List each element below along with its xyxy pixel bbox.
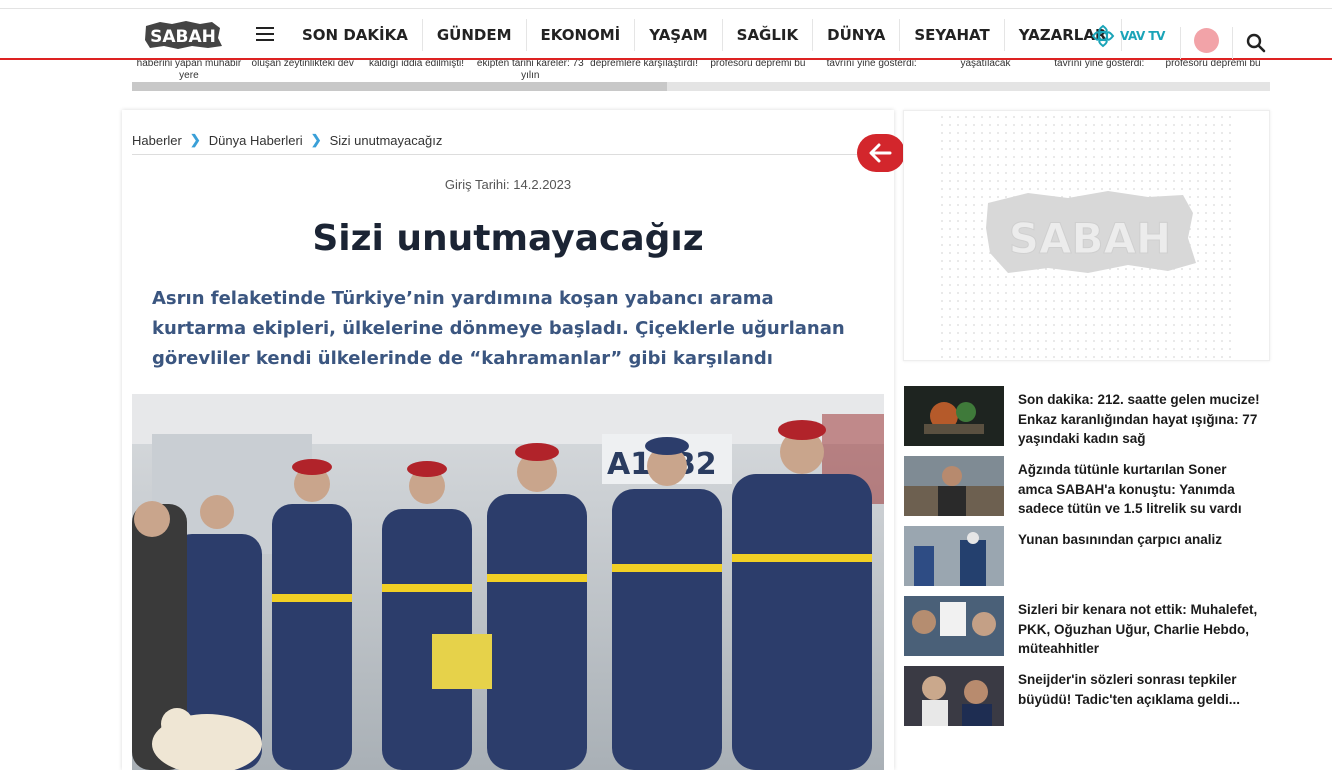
nav-ekonomi[interactable]: EKONOMİ <box>527 19 636 51</box>
list-item[interactable]: Yunan basınından çarpıcı analiz <box>903 526 1270 586</box>
nav-dunya[interactable]: DÜNYA <box>813 19 901 51</box>
publish-date: Giriş Tarihi: 14.2.2023 <box>444 177 572 192</box>
list-item[interactable]: Son dakika: 212. saatte gelen mucize! En… <box>903 386 1270 446</box>
nav-yasam[interactable]: YAŞAM <box>635 19 723 51</box>
news-headline: Yunan basınından çarpıcı analiz <box>1018 532 1223 547</box>
breadcrumb-haberler[interactable]: Haberler <box>132 133 182 148</box>
nav-saglik[interactable]: SAĞLIK <box>723 19 814 51</box>
vavtv-link[interactable]: VAV TV <box>1090 23 1170 49</box>
news-thumbnail <box>904 666 1004 726</box>
news-thumbnail <box>904 386 1004 446</box>
main-nav: SON DAKİKA GÜNDEM EKONOMİ YAŞAM SAĞLIK D… <box>288 19 1122 51</box>
breadcrumb-current: Sizi unutmayacağız <box>329 132 443 148</box>
breadcrumb-dunya-haberleri[interactable]: Dünya Haberleri <box>209 133 303 148</box>
logo-text: SABAH <box>150 27 216 47</box>
news-headline: Sizleri bir kenara not ettik: Muhalefet,… <box>1018 602 1258 656</box>
vavtv-label: VAV TV <box>1120 29 1165 43</box>
breadcrumb-divider <box>132 154 884 155</box>
nav-gundem[interactable]: GÜNDEM <box>423 19 527 51</box>
ticker-scrollbar-thumb[interactable] <box>132 82 667 91</box>
news-headline: Son dakika: 212. saatte gelen mucize! En… <box>1018 392 1260 446</box>
article-title: Sizi unutmayacağız <box>312 218 704 259</box>
news-thumbnail <box>904 456 1004 516</box>
nav-son-dakika[interactable]: SON DAKİKA <box>288 19 423 51</box>
list-item[interactable]: Ağzında tütünle kurtarılan Soner amca SA… <box>903 456 1270 516</box>
article-card: Haberler ❯ Dünya Haberleri ❯ Sizi unutma… <box>122 110 905 770</box>
sabah-watermark-logo: SABAH <box>986 191 1196 273</box>
ad-logo-text: SABAH <box>1009 214 1171 263</box>
article-spot: Asrın felaketinde Türkiye’nin yardımına … <box>152 288 845 369</box>
article-photo[interactable]: A1, B2 <box>132 394 884 770</box>
advertisement-box[interactable]: SABAH <box>903 110 1270 361</box>
news-headline: Ağzında tütünle kurtarılan Soner amca SA… <box>1018 462 1242 516</box>
sabah-logo[interactable]: SABAH <box>142 18 224 52</box>
back-button[interactable] <box>857 134 905 172</box>
news-headline: Sneijder'in sözleri sonrası tepkiler büy… <box>1018 672 1241 707</box>
nav-divider <box>1180 27 1181 59</box>
breadcrumb: Haberler ❯ Dünya Haberleri ❯ Sizi unutma… <box>132 132 442 148</box>
user-avatar[interactable] <box>1194 28 1219 53</box>
topbar-inner: SABAH SON DAKİKA GÜNDEM EKONOMİ YAŞAM SA… <box>0 8 1332 59</box>
ad-placeholder: SABAH <box>938 113 1236 360</box>
chevron-right-icon: ❯ <box>189 132 201 147</box>
arrow-left-icon <box>869 143 892 163</box>
chevron-right-icon: ❯ <box>310 132 322 147</box>
ticker-scrollbar[interactable] <box>132 82 1270 91</box>
vavtv-logo-icon <box>1091 24 1115 48</box>
nav-seyahat[interactable]: SEYAHAT <box>900 19 1005 51</box>
news-thumbnail <box>904 596 1004 656</box>
search-icon[interactable] <box>1246 33 1266 53</box>
menu-hamburger-icon[interactable] <box>256 27 274 43</box>
top-navigation-bar: SABAH SON DAKİKA GÜNDEM EKONOMİ YAŞAM SA… <box>0 0 1332 60</box>
list-item[interactable]: Sneijder'in sözleri sonrası tepkiler büy… <box>903 666 1270 726</box>
rescue-team-photo: A1, B2 <box>132 394 884 770</box>
nav-divider <box>1232 27 1233 59</box>
news-thumbnail <box>904 526 1004 586</box>
list-item[interactable]: Sizleri bir kenara not ettik: Muhalefet,… <box>903 596 1270 656</box>
